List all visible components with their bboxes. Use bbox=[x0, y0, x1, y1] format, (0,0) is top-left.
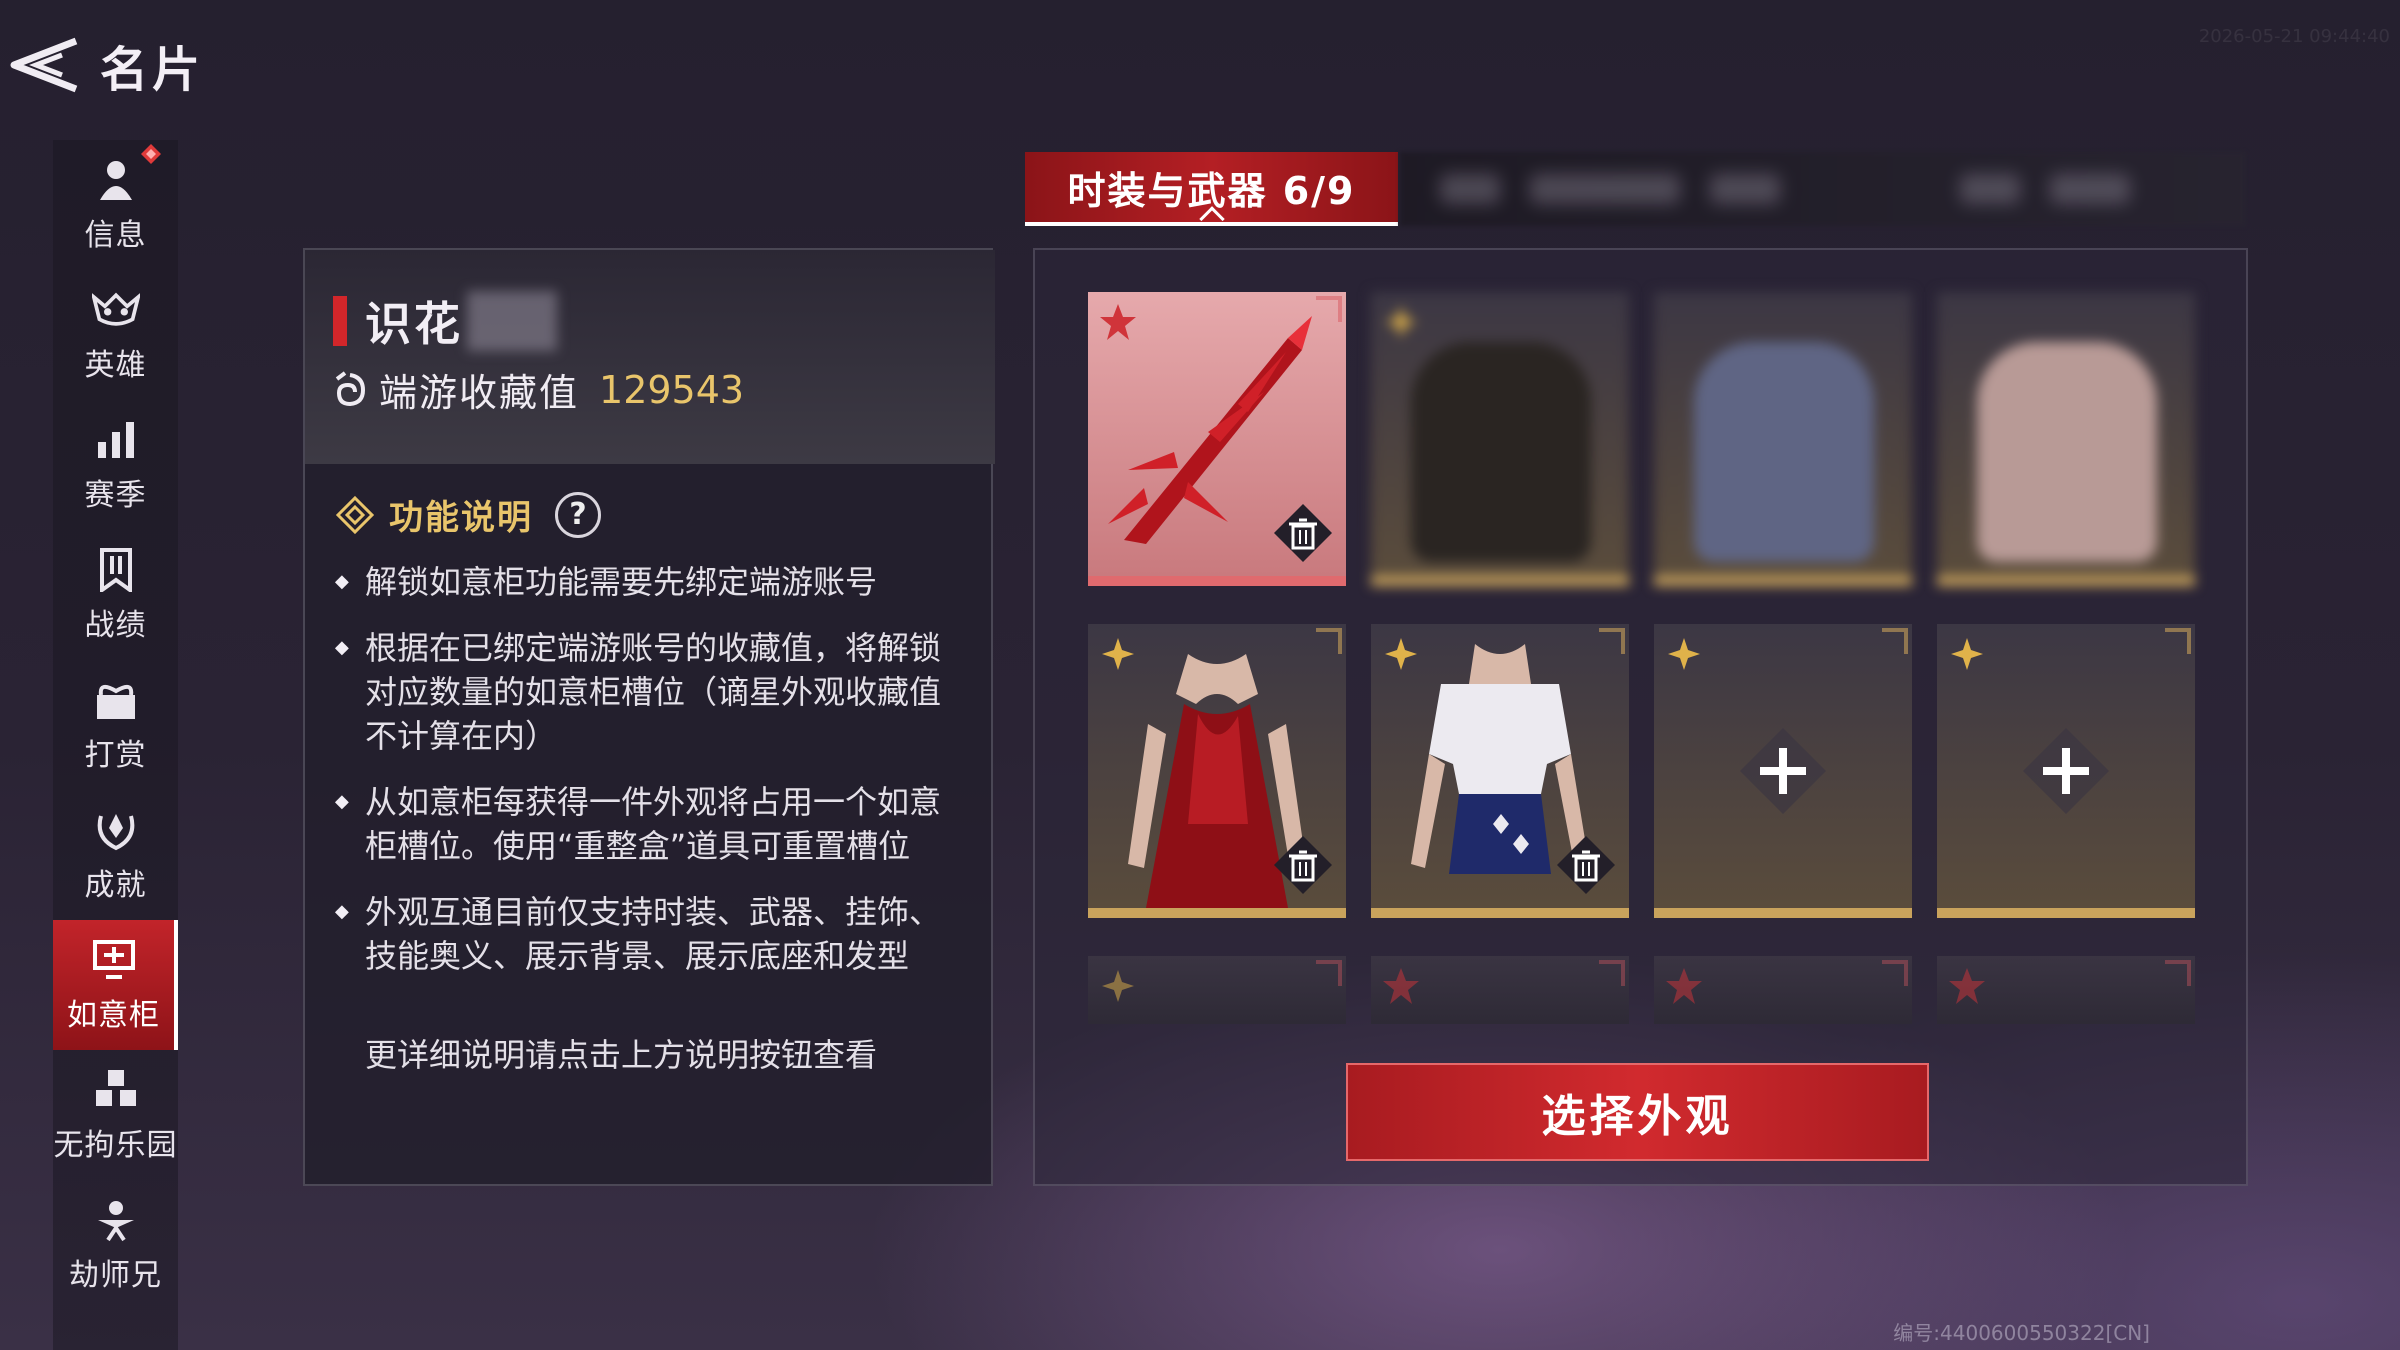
function-row: 功能说明 ? bbox=[335, 490, 601, 539]
card-corner bbox=[1599, 960, 1625, 986]
add-slot-icon[interactable] bbox=[1738, 726, 1828, 816]
select-appearance-button[interactable]: 选择外观 bbox=[1346, 1063, 1929, 1161]
gold-star-icon bbox=[1385, 306, 1417, 338]
sidebar-item-info[interactable]: 信息 bbox=[53, 140, 178, 270]
sidebar-item-paradise[interactable]: 无拘乐园 bbox=[53, 1050, 178, 1180]
serial-number: 编号:4400600550322[CN] bbox=[1893, 1321, 2150, 1345]
person-icon bbox=[92, 156, 140, 204]
slot-card-empty[interactable] bbox=[1654, 624, 1912, 918]
bullet-diamond-icon: ◆ bbox=[335, 791, 349, 812]
card-corner bbox=[2165, 628, 2191, 654]
slot-card-sailor-outfit[interactable] bbox=[1371, 624, 1629, 918]
function-title: 功能说明 bbox=[389, 498, 533, 538]
sidebar-item-master[interactable]: 劫师兄 bbox=[53, 1180, 178, 1310]
rule-text: 解锁如意柜功能需要先绑定端游账号 bbox=[365, 563, 878, 601]
red-star-icon bbox=[1383, 968, 1419, 1004]
slot-card-partial[interactable] bbox=[1088, 956, 1346, 1024]
list-item: ◆ 外观互通目前仅支持时装、武器、挂饰、技能奥义、展示背景、展示底座和发型 bbox=[335, 890, 965, 978]
rule-text: 根据在已绑定端游账号的收藏值，将解锁对应数量的如意柜槽位（谪星外观收藏值不计算在… bbox=[365, 629, 942, 755]
name-accent-bar bbox=[333, 296, 347, 346]
sidebar-item-label: 战绩 bbox=[84, 608, 147, 643]
card-corner bbox=[1316, 960, 1342, 986]
sidebar-item-label: 打赏 bbox=[84, 738, 147, 773]
rule-text: 外观互通目前仅支持时装、武器、挂饰、技能奥义、展示背景、展示底座和发型 bbox=[365, 893, 942, 975]
back-button[interactable] bbox=[0, 20, 90, 110]
banner-icon bbox=[92, 546, 140, 594]
sidebar-item-label: 无拘乐园 bbox=[53, 1128, 178, 1163]
card-corner bbox=[1882, 960, 1908, 986]
trash-icon[interactable] bbox=[1555, 834, 1617, 896]
gold-star-icon bbox=[1102, 970, 1134, 1002]
diamond-icon bbox=[335, 495, 375, 534]
sidebar-item-label: 成就 bbox=[84, 868, 147, 903]
page-title: 名片 bbox=[100, 42, 205, 98]
add-slot-icon[interactable] bbox=[2021, 726, 2111, 816]
list-item: ◆ 从如意柜每获得一件外观将占用一个如意柜槽位。使用“重整盒”道具可重置槽位 bbox=[335, 780, 965, 868]
trash-icon[interactable] bbox=[1272, 834, 1334, 896]
player-name-row: 识花 bbox=[333, 288, 557, 354]
bullet-diamond-icon: ◆ bbox=[335, 901, 349, 922]
bullet-diamond-icon: ◆ bbox=[335, 637, 349, 658]
footnote: 更详细说明请点击上方说明按钮查看 bbox=[365, 1036, 878, 1074]
master-icon bbox=[92, 1196, 140, 1244]
trash-icon[interactable] bbox=[1272, 502, 1334, 564]
sidebar-item-cabinet[interactable]: 如意柜 bbox=[53, 920, 178, 1050]
sidebar-item-label: 英雄 bbox=[84, 348, 147, 383]
top-bar: 名片 bbox=[0, 20, 204, 110]
collection-row: 端游收藏值 129543 bbox=[333, 362, 744, 417]
card-corner bbox=[1882, 628, 1908, 654]
slot-card-partial[interactable] bbox=[1937, 956, 2195, 1024]
sidebar-item-label: 劫师兄 bbox=[69, 1258, 162, 1293]
help-button[interactable]: ? bbox=[555, 491, 601, 538]
cubes-icon bbox=[92, 1066, 140, 1114]
hero-mask-icon bbox=[91, 286, 140, 334]
sidebar: 信息 英雄 赛季 战绩 打赏 成就 如意柜 无拘乐园 劫师兄 bbox=[53, 140, 178, 1350]
tab-bar: 时装与武器 6/9 bbox=[1025, 152, 2245, 232]
name-redaction bbox=[467, 291, 557, 351]
back-arrow-icon bbox=[10, 37, 78, 93]
outfit-silhouette bbox=[1694, 342, 1874, 562]
tab-redaction bbox=[1400, 152, 2245, 226]
slot-card-partial[interactable] bbox=[1371, 956, 1629, 1024]
rules-list: ◆ 解锁如意柜功能需要先绑定端游账号 ◆ 根据在已绑定端游账号的收藏值，将解锁对… bbox=[335, 560, 965, 1000]
red-star-icon bbox=[1949, 968, 1985, 1004]
slot-card-empty[interactable] bbox=[1937, 624, 2195, 918]
cabinet-icon bbox=[90, 936, 138, 984]
gift-icon bbox=[92, 676, 140, 724]
sidebar-item-season[interactable]: 赛季 bbox=[53, 400, 178, 530]
sidebar-item-label: 如意柜 bbox=[67, 998, 160, 1033]
slot-card-partial[interactable] bbox=[1654, 956, 1912, 1024]
slot-card-redacted[interactable] bbox=[1371, 292, 1629, 586]
list-item: ◆ 解锁如意柜功能需要先绑定端游账号 bbox=[335, 560, 965, 604]
info-panel: 识花 端游收藏值 129543 功能说明 ? ◆ 解锁如意柜功能需要先绑定端游账… bbox=[303, 248, 995, 1186]
info-header: 识花 端游收藏值 129543 bbox=[305, 250, 995, 464]
collection-value: 129543 bbox=[599, 367, 745, 412]
sidebar-item-label: 信息 bbox=[84, 218, 147, 253]
player-name: 识花 bbox=[365, 297, 463, 351]
sidebar-item-record[interactable]: 战绩 bbox=[53, 530, 178, 660]
outfit-silhouette bbox=[1977, 342, 2157, 562]
slot-card-weapon[interactable] bbox=[1088, 292, 1346, 586]
gold-star-icon bbox=[1668, 638, 1700, 670]
rule-text: 从如意柜每获得一件外观将占用一个如意柜槽位。使用“重整盒”道具可重置槽位 bbox=[365, 783, 942, 865]
swirl-icon bbox=[335, 370, 366, 406]
sidebar-item-achievement[interactable]: 成就 bbox=[53, 790, 178, 920]
timestamp: 2026-05-21 09:44:40 bbox=[2198, 26, 2390, 47]
sidebar-item-tip[interactable]: 打赏 bbox=[53, 660, 178, 790]
slot-card-red-dress[interactable] bbox=[1088, 624, 1346, 918]
laurel-icon bbox=[92, 806, 140, 854]
slot-card-redacted[interactable] bbox=[1937, 292, 2195, 586]
notification-badge-icon bbox=[141, 144, 161, 164]
sidebar-item-label: 赛季 bbox=[84, 478, 147, 513]
red-star-icon bbox=[1666, 968, 1702, 1004]
outfit-silhouette bbox=[1411, 342, 1591, 562]
bar-chart-icon bbox=[92, 416, 140, 464]
collection-label: 端游收藏值 bbox=[379, 371, 580, 415]
list-item: ◆ 根据在已绑定端游账号的收藏值，将解锁对应数量的如意柜槽位（谪星外观收藏值不计… bbox=[335, 626, 965, 758]
bullet-diamond-icon: ◆ bbox=[335, 571, 349, 592]
card-corner bbox=[2165, 960, 2191, 986]
sidebar-item-hero[interactable]: 英雄 bbox=[53, 270, 178, 400]
slot-card-redacted[interactable] bbox=[1654, 292, 1912, 586]
gold-star-icon bbox=[1951, 638, 1983, 670]
